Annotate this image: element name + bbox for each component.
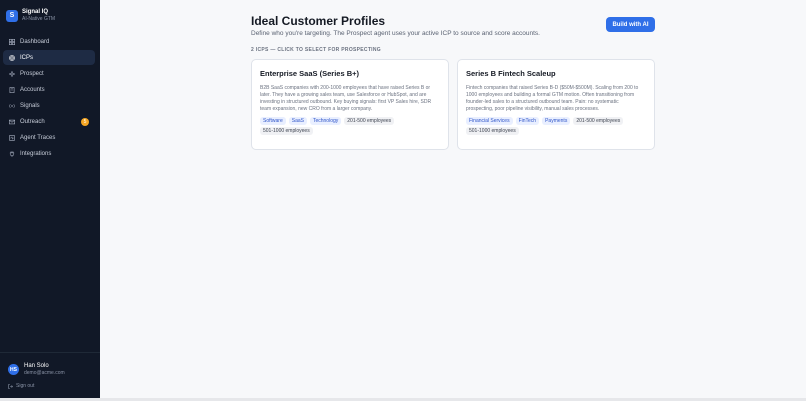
company-size-tag: 501-1000 employees: [260, 127, 313, 135]
sidebar-item-label: Agent Traces: [20, 134, 56, 141]
building-icon: [9, 86, 15, 93]
sidebar-item-label: Dashboard: [20, 38, 50, 45]
company-size-tag: 501-1000 employees: [466, 127, 519, 135]
company-size-tag: 201-500 employees: [344, 117, 395, 125]
icp-card-tags: Software SaaS Technology 201-500 employe…: [260, 117, 440, 135]
sidebar-item-icps[interactable]: ICPs: [3, 50, 95, 65]
industry-tag: FinTech: [515, 117, 540, 125]
sidebar-item-label: ICPs: [20, 54, 34, 61]
sidebar-divider: [0, 352, 100, 353]
sidebar: S Signal IQ AI-Native GTM Dashboard ICPs…: [0, 0, 100, 398]
icp-card-enterprise-saas[interactable]: Enterprise SaaS (Series B+) B2B SaaS com…: [251, 59, 449, 150]
brand[interactable]: S Signal IQ AI-Native GTM: [6, 8, 55, 23]
mail-icon: [9, 119, 15, 125]
sidebar-item-label: Signals: [20, 102, 40, 109]
page-subtitle: Define who you're targeting. The Prospec…: [251, 30, 540, 37]
company-size-tag: 201-500 employees: [573, 117, 624, 125]
sidebar-item-label: Outreach: [20, 118, 45, 125]
icp-count-label: 2 ICPS — CLICK TO SELECT FOR PROSPECTING: [251, 47, 381, 53]
sidebar-item-signals[interactable]: Signals: [3, 98, 95, 113]
page-title: Ideal Customer Profiles: [251, 14, 386, 28]
industry-tag: Technology: [309, 117, 342, 125]
icp-card-title: Enterprise SaaS (Series B+): [260, 69, 360, 78]
sidebar-item-outreach[interactable]: Outreach 5: [3, 114, 95, 129]
plug-icon: [9, 150, 15, 157]
target-icon: [9, 54, 15, 61]
activity-icon: [9, 134, 15, 141]
outreach-count-badge: 5: [81, 118, 89, 126]
sign-out-icon: [8, 383, 13, 389]
icp-card-title: Series B Fintech Scaleup: [466, 69, 556, 78]
sidebar-item-integrations[interactable]: Integrations: [3, 146, 95, 161]
icp-card-fintech-scaleup[interactable]: Series B Fintech Scaleup Fintech compani…: [457, 59, 655, 150]
sparkle-icon: [9, 70, 15, 77]
sidebar-item-label: Accounts: [20, 86, 45, 93]
sign-out-button[interactable]: Sign out: [8, 383, 34, 389]
icp-card-description: Fintech companies that raised Series B-D…: [466, 85, 639, 112]
industry-tag: SaaS: [288, 117, 307, 125]
build-with-ai-button[interactable]: Build with AI: [606, 17, 655, 32]
user-name: Han Solo: [24, 363, 49, 369]
brand-tagline: AI-Native GTM: [22, 16, 56, 22]
grid-icon: [9, 38, 15, 45]
industry-tag: Software: [260, 117, 286, 125]
brand-name: Signal IQ: [22, 9, 49, 15]
main-content: Ideal Customer Profiles Define who you'r…: [100, 0, 806, 398]
sidebar-item-label: Integrations: [20, 150, 52, 157]
avatar: HS: [8, 364, 19, 375]
radio-icon: [9, 103, 15, 109]
sign-out-label: Sign out: [16, 383, 35, 389]
sidebar-item-prospect[interactable]: Prospect: [3, 66, 95, 81]
icp-card-tags: Financial Services FinTech Payments 201-…: [466, 117, 646, 135]
user-profile[interactable]: HS Han Solo demo@acme.com: [8, 362, 65, 377]
icp-card-description: B2B SaaS companies with 200-1000 employe…: [260, 85, 432, 112]
industry-tag: Financial Services: [466, 117, 513, 125]
sidebar-nav: Dashboard ICPs Prospect Accounts Signals…: [3, 34, 95, 162]
brand-logo: S: [6, 9, 18, 22]
industry-tag: Payments: [542, 117, 571, 125]
sidebar-item-dashboard[interactable]: Dashboard: [3, 34, 95, 49]
sidebar-item-agent-traces[interactable]: Agent Traces: [3, 130, 95, 145]
sidebar-item-label: Prospect: [20, 70, 44, 77]
user-email: demo@acme.com: [24, 370, 65, 376]
sidebar-item-accounts[interactable]: Accounts: [3, 82, 95, 97]
